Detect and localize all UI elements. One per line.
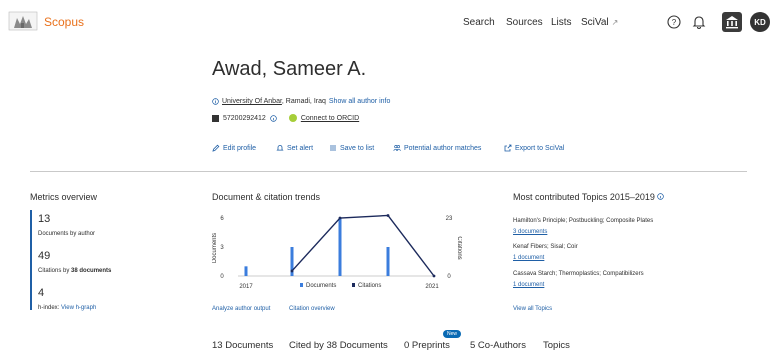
topic-documents-link[interactable]: 1 document bbox=[513, 282, 544, 288]
tab-topics[interactable]: Topics bbox=[543, 340, 570, 350]
help-icon[interactable]: ? bbox=[666, 14, 682, 30]
tab-cited-by[interactable]: Cited by 38 Documents bbox=[289, 340, 388, 350]
potential-author-matches-button[interactable]: Potential author matches bbox=[393, 144, 481, 152]
topic-name: Kenaf Fibers; Sisal; Coir bbox=[513, 244, 578, 250]
topic-documents-link[interactable]: 1 document bbox=[513, 255, 544, 261]
save-to-list-label: Save to list bbox=[340, 144, 375, 152]
author-affiliation: University Of Anbar, Ramadi, Iraq Show a… bbox=[212, 98, 390, 105]
documents-count[interactable]: 13 bbox=[38, 213, 50, 225]
left-axis-label: Documents bbox=[212, 233, 218, 263]
set-alert-button[interactable]: Set alert bbox=[276, 144, 313, 152]
view-all-topics-link[interactable]: View all Topics bbox=[513, 306, 552, 312]
h-index-label-row: h-index: View h-graph bbox=[38, 305, 96, 311]
list-icon bbox=[330, 145, 336, 151]
save-to-list-button[interactable]: Save to list bbox=[329, 144, 374, 152]
citations-point bbox=[432, 274, 436, 278]
export-to-scival-label: Export to SciVal bbox=[515, 144, 565, 152]
nav-sources[interactable]: Sources bbox=[506, 17, 543, 28]
analyze-author-output-link[interactable]: Analyze author output bbox=[212, 306, 270, 312]
export-icon bbox=[504, 144, 512, 152]
potential-author-matches-label: Potential author matches bbox=[404, 144, 482, 152]
legend-citations-label: Citations bbox=[358, 283, 381, 289]
citations-count[interactable]: 49 bbox=[38, 250, 50, 262]
citations-point bbox=[338, 216, 342, 220]
documents-bar bbox=[386, 247, 390, 276]
citations-label-prefix: Citations by bbox=[38, 268, 70, 274]
topics-title: Most contributed Topics 2015–2019 bbox=[513, 192, 665, 202]
legend-documents-swatch bbox=[300, 283, 303, 287]
tab-documents[interactable]: 13 Documents bbox=[212, 340, 273, 350]
h-index-label: h-index: bbox=[38, 305, 60, 311]
metrics-overview-title: Metrics overview bbox=[30, 192, 98, 202]
show-all-author-info-link[interactable]: Show all author info bbox=[329, 98, 390, 105]
info-icon bbox=[212, 98, 219, 105]
institution-icon bbox=[726, 16, 738, 29]
bell-icon bbox=[276, 145, 284, 151]
topic-name: Hamilton's Principle; Postbuckling; Comp… bbox=[513, 218, 654, 224]
citations-point bbox=[386, 214, 390, 217]
citations-count-label: Citations by 38 documents bbox=[38, 268, 111, 274]
external-link-icon: ↗ bbox=[611, 18, 619, 27]
new-badge: New bbox=[443, 330, 462, 338]
left-tick-label: 0 bbox=[220, 274, 224, 280]
topic-documents-link[interactable]: 3 documents bbox=[513, 229, 547, 235]
elsevier-logo-icon[interactable] bbox=[8, 10, 38, 32]
documents-count-label: Documents by author bbox=[38, 231, 96, 237]
nav-lists[interactable]: Lists bbox=[551, 17, 572, 28]
citations-documents-count: 38 documents bbox=[71, 268, 112, 274]
orcid-icon bbox=[288, 114, 297, 122]
nav-search[interactable]: Search bbox=[463, 17, 495, 28]
right-tick-label: 0 bbox=[447, 274, 451, 280]
edit-profile-label: Edit profile bbox=[223, 144, 257, 152]
citations-point bbox=[290, 269, 294, 273]
citations-line bbox=[291, 214, 435, 277]
tab-preprints[interactable]: 0 Preprints bbox=[404, 340, 450, 350]
svg-text:?: ? bbox=[672, 18, 677, 27]
people-icon bbox=[393, 145, 401, 151]
trends-title: Document & citation trends bbox=[212, 192, 321, 202]
set-alert-label: Set alert bbox=[287, 144, 314, 152]
section-divider bbox=[30, 171, 747, 172]
left-tick-label: 6 bbox=[220, 216, 224, 222]
topic-name: Cassava Starch; Thermoplastics; Compatib… bbox=[513, 271, 644, 277]
right-tick-label: 23 bbox=[446, 216, 453, 222]
legend-documents-label: Documents bbox=[306, 283, 336, 289]
x-tick-label: 2017 bbox=[239, 284, 253, 290]
documents-bar bbox=[338, 218, 342, 276]
institution-button[interactable] bbox=[722, 12, 742, 32]
edit-profile-button[interactable]: Edit profile bbox=[212, 144, 256, 152]
brand-name[interactable]: Scopus bbox=[44, 15, 84, 29]
left-tick-label: 3 bbox=[220, 245, 224, 251]
author-identifiers: 57200292412 Connect to ORCID bbox=[212, 114, 359, 122]
info-icon[interactable] bbox=[270, 114, 277, 122]
tab-co-authors[interactable]: 5 Co-Authors bbox=[470, 340, 526, 350]
notifications-bell-icon[interactable] bbox=[691, 14, 707, 30]
top-navigation: Scopus Search Sources Lists SciVal ↗ ? KD bbox=[0, 0, 770, 46]
legend-citations-swatch bbox=[352, 283, 355, 287]
export-to-scival-button[interactable]: Export to SciVal bbox=[504, 144, 564, 152]
info-icon[interactable] bbox=[657, 193, 665, 200]
right-axis-label: Citations bbox=[456, 236, 462, 259]
x-tick-label: 2021 bbox=[425, 284, 439, 290]
document-citation-chart: 6 3 0 23 0 Documents Citations 2017 2021 Document… bbox=[212, 214, 462, 290]
author-id-icon bbox=[212, 114, 219, 122]
citation-overview-link[interactable]: Citation overview bbox=[289, 306, 335, 312]
topics-title-text: Most contributed Topics 2015–2019 bbox=[513, 192, 655, 202]
documents-bar bbox=[244, 266, 248, 276]
metrics-accent-bar bbox=[30, 210, 32, 310]
user-avatar[interactable]: KD bbox=[750, 12, 770, 32]
affiliation-link[interactable]: University Of Anbar bbox=[222, 98, 282, 105]
nav-scival-label: SciVal bbox=[581, 17, 609, 28]
h-index-value[interactable]: 4 bbox=[38, 287, 44, 299]
affiliation-location: , Ramadi, Iraq bbox=[281, 98, 326, 105]
pencil-icon bbox=[212, 144, 220, 152]
connect-orcid-link[interactable]: Connect to ORCID bbox=[301, 115, 359, 122]
author-name: Awad, Sameer A. bbox=[212, 58, 367, 80]
view-h-graph-link[interactable]: View h-graph bbox=[61, 305, 96, 311]
author-id: 57200292412 bbox=[223, 114, 266, 122]
nav-scival[interactable]: SciVal ↗ bbox=[581, 17, 618, 28]
